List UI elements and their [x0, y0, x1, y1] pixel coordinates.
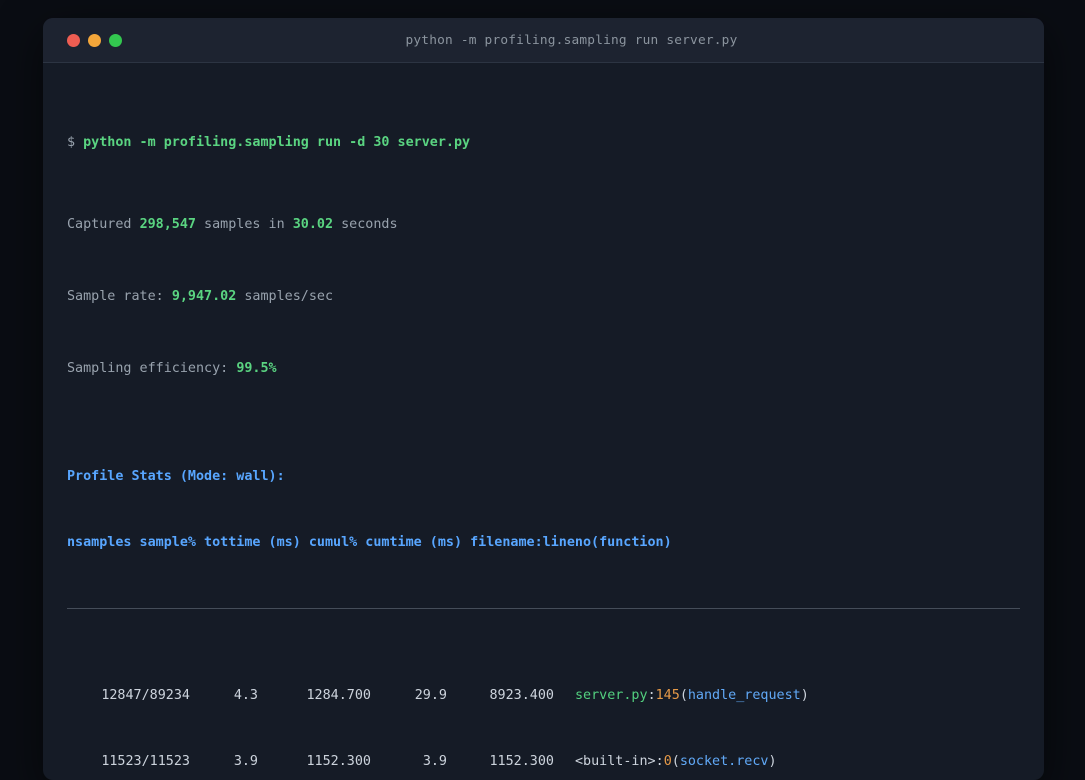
text-segment: 0 [663, 754, 672, 769]
text-segment: Sampling efficiency: [67, 361, 237, 376]
titlebar[interactable]: python -m profiling.sampling run server.… [43, 18, 1044, 63]
location-cell: server.py:145(handle_request) [554, 685, 809, 707]
sample-pct-cell: 3.9 [233, 754, 258, 769]
maximize-button[interactable] [109, 33, 122, 47]
text-segment: samples/sec [236, 289, 334, 304]
cumtime-cell: 8923.400 [489, 688, 555, 703]
text-segment: seconds [333, 217, 398, 232]
efficiency-line: Sampling efficiency: 99.5% [67, 358, 1020, 380]
sample-rate-line: Sample rate: 9,947.02 samples/sec [67, 286, 1020, 308]
command-line: $ python -m profiling.sampling run -d 30… [67, 132, 1020, 154]
text-segment: 99.5% [236, 361, 277, 376]
text-segment: ( [671, 754, 680, 769]
text-segment: 145 [655, 688, 680, 703]
text-segment: Sample rate: [67, 289, 172, 304]
text-segment: : [647, 688, 656, 703]
text-segment: 9,947.02 [171, 289, 237, 304]
close-button[interactable] [67, 33, 80, 47]
table-columns-header: nsamples sample% tottime (ms) cumul% cum… [67, 535, 672, 550]
cumul-pct-cell: 3.9 [422, 754, 447, 769]
cumtime-cell: 1152.300 [489, 754, 555, 769]
captured-line: Captured 298,547 samples in 30.02 second… [67, 214, 1020, 236]
sample-pct-cell: 4.3 [233, 688, 258, 703]
text-segment: handle_request [687, 688, 801, 703]
text-segment: samples in [196, 217, 293, 232]
text-segment: 30.02 [292, 217, 334, 232]
text-segment: $ [67, 135, 84, 150]
text-segment: ) [768, 754, 777, 769]
text-segment: server.py [575, 688, 648, 703]
traffic-lights [67, 18, 122, 62]
text-segment: python -m profiling.sampling run -d 30 s… [83, 135, 471, 150]
tottime-cell: 1284.700 [306, 688, 372, 703]
table-row: 12847/89234 4.3 1284.700 29.9 8923.400 server… [67, 685, 1020, 707]
table-row: 11523/11523 3.9 1152.300 3.9 1152.300 <built-… [67, 751, 1020, 773]
text-segment: Captured [67, 217, 140, 232]
table-divider [67, 608, 1020, 609]
nsamples-cell: 11523/11523 [101, 754, 190, 769]
window-title: python -m profiling.sampling run server.… [405, 32, 738, 48]
terminal-output: $ python -m profiling.sampling run -d 30… [43, 63, 1044, 780]
tottime-cell: 1152.300 [306, 754, 372, 769]
text-segment: ( [679, 688, 688, 703]
text-segment: 298,547 [139, 217, 196, 232]
nsamples-cell: 12847/89234 [101, 688, 190, 703]
text-segment: <built-in>: [575, 754, 664, 769]
text-segment: socket.recv [679, 754, 769, 769]
cumul-pct-cell: 29.9 [414, 688, 447, 703]
terminal-window: python -m profiling.sampling run server.… [43, 18, 1044, 780]
minimize-button[interactable] [88, 33, 101, 47]
profile-stats-heading: Profile Stats (Mode: wall): [67, 469, 285, 484]
text-segment: ) [800, 688, 809, 703]
location-cell: <built-in>:0(socket.recv) [554, 751, 777, 773]
